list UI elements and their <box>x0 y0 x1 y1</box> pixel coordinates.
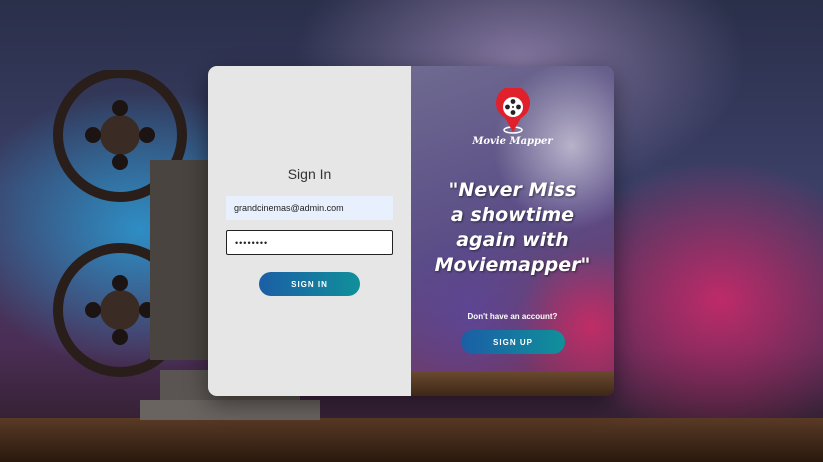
promo-floor <box>411 371 614 396</box>
film-reel-pin-icon <box>496 88 530 134</box>
tagline-line: a showtime <box>450 204 575 226</box>
signin-button[interactable]: SIGN IN <box>259 272 360 296</box>
signin-title: Sign In <box>287 166 332 182</box>
tagline-quote: "Never Miss a showtime again with Moviem… <box>411 178 614 278</box>
tagline-line: Moviemapper" <box>434 254 591 276</box>
no-account-text: Don't have an account? <box>467 312 558 321</box>
auth-card: Sign In SIGN IN Movie Mapper "Never Miss… <box>208 66 614 396</box>
tagline-line: again with <box>456 229 569 251</box>
promo-panel: Movie Mapper "Never Miss a showtime agai… <box>411 66 614 396</box>
tagline-line: "Never Miss <box>448 179 577 201</box>
password-field[interactable] <box>226 230 393 255</box>
signup-button[interactable]: SIGN UP <box>461 330 565 354</box>
signin-panel: Sign In SIGN IN <box>208 66 411 396</box>
brand-name: Movie Mapper <box>472 136 553 147</box>
email-field[interactable] <box>226 196 393 220</box>
